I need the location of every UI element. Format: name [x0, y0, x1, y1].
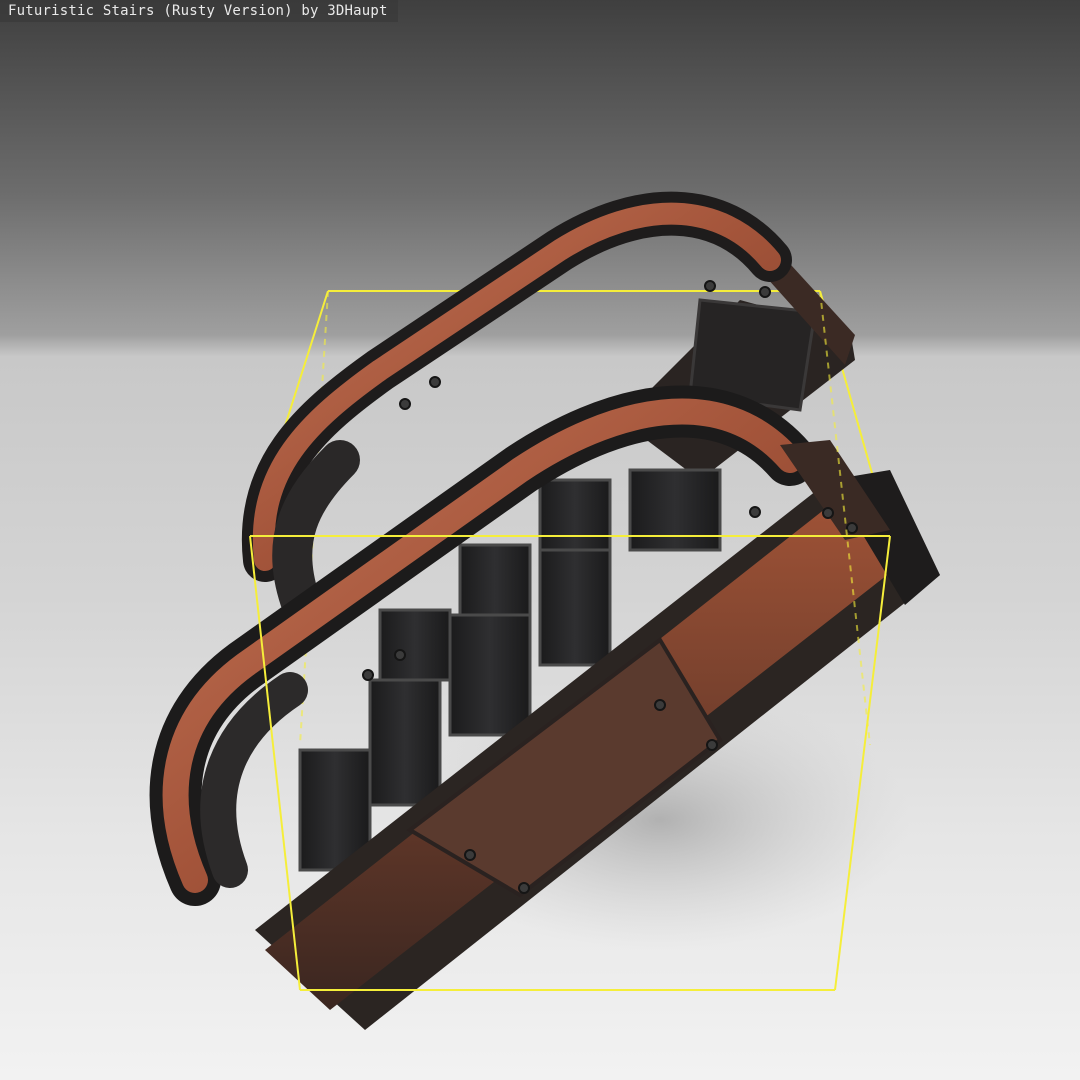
model-title: Futuristic Stairs (Rusty Version) by 3DH…	[0, 0, 398, 22]
model-viewport[interactable]: Futuristic Stairs (Rusty Version) by 3DH…	[0, 0, 1080, 1080]
scene-render[interactable]	[0, 0, 1080, 1080]
